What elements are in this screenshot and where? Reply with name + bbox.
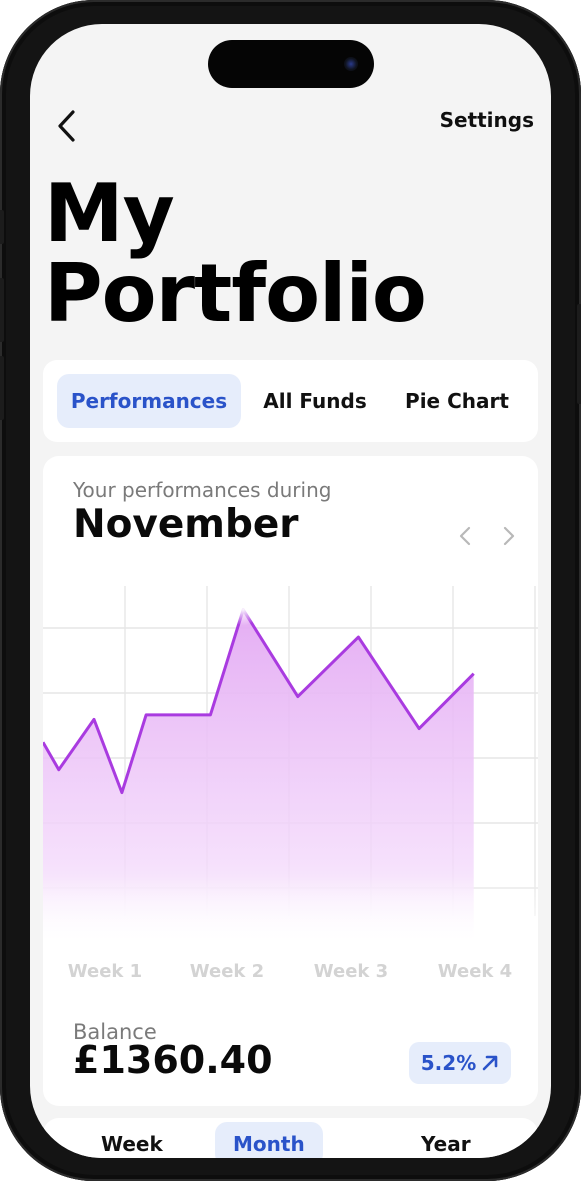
- arrow-up-right-icon: [482, 1055, 498, 1071]
- tab-month[interactable]: Month: [215, 1122, 323, 1158]
- x-tick-label: Week 4: [437, 961, 513, 982]
- x-tick-label: Week 3: [313, 961, 389, 982]
- screen: Settings My Portfolio Performances All F…: [30, 24, 551, 1158]
- chart-fade: [43, 876, 538, 946]
- x-tick-label: Week 2: [189, 961, 265, 982]
- action-button: [0, 210, 4, 244]
- page-title-line-2: Portfolio: [44, 247, 427, 340]
- x-tick-label: Week 1: [67, 961, 143, 982]
- settings-button[interactable]: Settings: [440, 108, 534, 132]
- phone-frame: Settings My Portfolio Performances All F…: [0, 0, 581, 1181]
- period-tabs: Week Month Year: [43, 1118, 538, 1158]
- tab-pie-chart[interactable]: Pie Chart: [395, 374, 519, 428]
- month-label: November: [73, 502, 299, 547]
- volume-down-button: [0, 356, 4, 420]
- camera-lens: [344, 57, 358, 71]
- tab-performances[interactable]: Performances: [57, 374, 241, 428]
- performance-subtitle: Your performances during: [73, 478, 332, 502]
- dynamic-island: [208, 40, 374, 88]
- view-tabs: Performances All Funds Pie Chart: [43, 360, 538, 442]
- volume-up-button: [0, 278, 4, 342]
- tab-year[interactable]: Year: [421, 1132, 471, 1156]
- performance-chart: [43, 586, 538, 946]
- tab-week[interactable]: Week: [101, 1132, 163, 1156]
- balance-value: £1360.40: [73, 1038, 273, 1082]
- page-title: My Portfolio: [44, 174, 427, 334]
- chevron-left-icon[interactable]: [455, 524, 477, 548]
- power-button: [577, 304, 581, 404]
- chevron-right-icon[interactable]: [497, 524, 519, 548]
- change-value: 5.2%: [420, 1051, 477, 1075]
- performance-card: Your performances during November Week 1…: [43, 456, 538, 1106]
- tab-all-funds[interactable]: All Funds: [255, 374, 375, 428]
- change-badge: 5.2%: [409, 1042, 511, 1084]
- back-button[interactable]: [50, 108, 82, 144]
- chevron-left-icon: [58, 110, 75, 142]
- peak-point: [227, 593, 260, 626]
